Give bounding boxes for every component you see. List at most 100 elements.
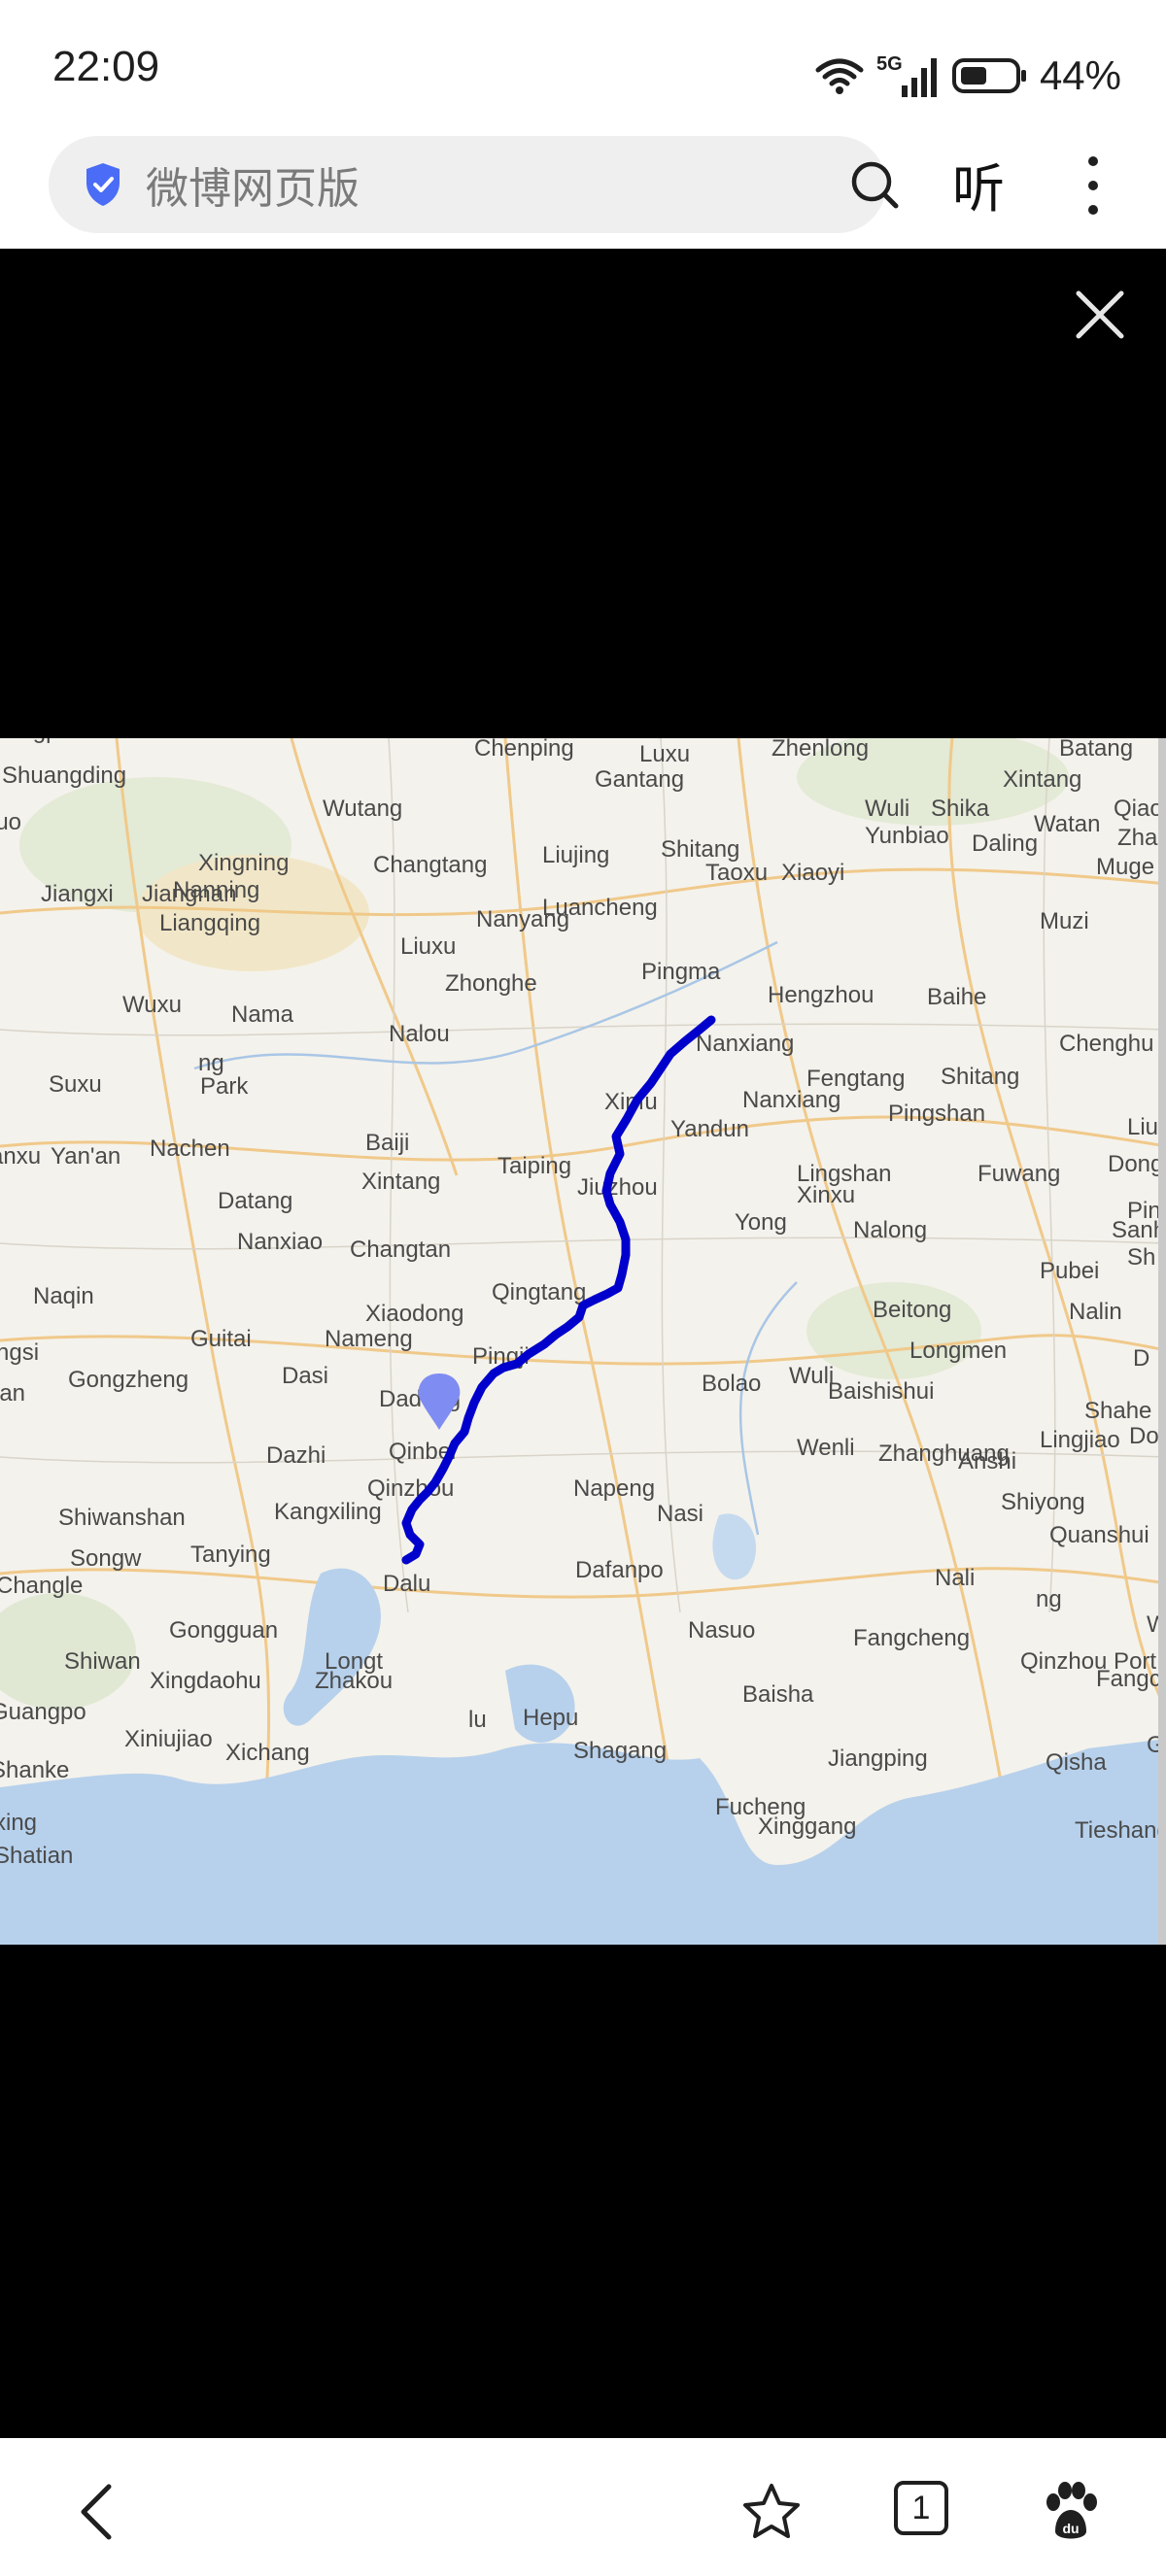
status-time: 22:09 xyxy=(52,43,160,90)
map-label: Nanxiao xyxy=(237,1229,323,1255)
map-label: lu xyxy=(468,1707,487,1733)
map-label: Pubei xyxy=(1040,1258,1099,1284)
map-label: Shatian xyxy=(0,1843,73,1869)
map-label: Xinggang xyxy=(758,1813,856,1840)
map-label: Baihe xyxy=(927,984,986,1010)
map-label: Chenghu xyxy=(1059,1031,1153,1057)
map-label: Nachen xyxy=(150,1135,230,1162)
map-label: Muzi xyxy=(1040,908,1089,934)
map-label: Pingshan xyxy=(888,1101,985,1127)
route-map-image[interactable]: Chenping Luxu Zhenlong Batang Shuangding Gant… xyxy=(0,738,1166,1945)
network-label: 5G xyxy=(876,53,903,75)
listen-button[interactable]: 听 xyxy=(952,146,1005,222)
map-label: Wenli xyxy=(797,1435,855,1461)
map-label: Datang xyxy=(218,1188,292,1214)
wifi-icon xyxy=(815,58,864,94)
map-label: Xingdaohu xyxy=(150,1668,261,1694)
map-label: Guangpo xyxy=(0,1699,86,1725)
address-bar[interactable]: 微博网页版 xyxy=(49,136,899,233)
map-label: Guitai xyxy=(190,1326,252,1352)
map-label: Park xyxy=(200,1073,249,1100)
map-label: anxu xyxy=(0,1143,41,1169)
map-label: Fuwang xyxy=(977,1161,1060,1187)
star-icon[interactable] xyxy=(740,2481,803,2543)
map-label: Shagang xyxy=(573,1738,667,1764)
map-label: Shahe xyxy=(1084,1398,1151,1424)
map-label: Luxu xyxy=(639,741,690,767)
map-label: Hengzhou xyxy=(768,982,874,1008)
map-label: Sanhe xyxy=(1112,1217,1166,1243)
map-label: Yandun xyxy=(670,1116,749,1142)
browser-toolbar: 微博网页版 听 xyxy=(0,136,1166,249)
map-label: xing xyxy=(0,1810,37,1836)
map-label: Nama xyxy=(231,1001,294,1028)
map-label: Liuxu xyxy=(400,933,456,960)
map-label: Shika xyxy=(931,796,990,822)
status-bar: 22:09 5G 44% xyxy=(0,0,1166,136)
map-label: ng xyxy=(198,1050,224,1076)
map-label: Wuxu xyxy=(122,992,182,1018)
map-label: Xingning xyxy=(198,850,289,876)
map-label: luo xyxy=(0,809,21,835)
map-label: Shitang xyxy=(941,1064,1019,1090)
paw-icon[interactable]: du xyxy=(1040,2481,1102,2543)
url-text[interactable]: 微博网页版 xyxy=(146,153,360,216)
map-label: Liangqing xyxy=(159,910,260,936)
map-label: Muge xyxy=(1096,854,1154,880)
map-label: Zhar xyxy=(1117,825,1165,851)
map-label: Qisha xyxy=(1046,1749,1107,1776)
close-icon[interactable] xyxy=(1073,288,1127,342)
battery-percentage: 44% xyxy=(1039,52,1121,98)
map-label: Liu xyxy=(1127,1114,1158,1140)
map-label: Shiyong xyxy=(1001,1489,1085,1515)
map-label: Yan'an xyxy=(51,1143,120,1169)
more-vertical-icon[interactable] xyxy=(1079,152,1108,220)
map-label: Nanyang xyxy=(476,906,569,932)
map-label: Kangxiling xyxy=(274,1499,382,1525)
search-icon[interactable] xyxy=(847,157,902,212)
tabs-icon[interactable]: 1 xyxy=(894,2481,948,2535)
map-label: Xintang xyxy=(1003,766,1081,793)
map-label: Xiaodong xyxy=(365,1301,463,1327)
map-label: Batang xyxy=(1059,738,1133,762)
signal-icon: 5G xyxy=(876,53,937,97)
map-label: Baiji xyxy=(365,1130,409,1156)
map-label: Suxu xyxy=(49,1071,102,1098)
map-label: Shiwan xyxy=(64,1648,141,1675)
map-label: Gantang xyxy=(595,766,684,793)
map-label: Wutang xyxy=(323,796,402,822)
bottom-navigation: 1 du xyxy=(0,2438,1166,2576)
map-label: Songw xyxy=(70,1545,142,1572)
map-label: Hepu xyxy=(523,1705,578,1731)
map-label: Napeng xyxy=(573,1475,655,1502)
map-label: Jiuzhou xyxy=(577,1174,658,1201)
map-label: Qiao xyxy=(1114,796,1163,822)
map-label: Nanxiang xyxy=(696,1031,794,1057)
map-label: Jiangnan xyxy=(142,881,236,907)
map-label: D xyxy=(1133,1345,1149,1372)
map-label: Longmen xyxy=(909,1338,1007,1364)
scrollbar[interactable] xyxy=(1158,738,1166,1945)
map-label: Gongguan xyxy=(169,1617,278,1644)
map-canvas: Chenping Luxu Zhenlong Batang Shuangding Gant… xyxy=(0,738,1166,1945)
map-label: Pingma xyxy=(641,959,721,985)
map-label: Xinxu xyxy=(797,1182,855,1208)
map-label: Naqin xyxy=(33,1283,94,1309)
map-label: ng xyxy=(1036,1586,1062,1612)
map-label: Baisha xyxy=(742,1681,814,1708)
map-label: Changtan xyxy=(350,1237,451,1263)
map-label: Do xyxy=(1129,1423,1159,1449)
map-label: Nalou xyxy=(389,1021,450,1047)
map-label: une xyxy=(0,738,39,744)
map-label: Bolao xyxy=(702,1371,761,1397)
map-label: Shanke xyxy=(0,1757,69,1783)
chevron-left-icon[interactable] xyxy=(74,2481,120,2543)
map-label: Nasuo xyxy=(688,1617,755,1644)
map-label: Gongzheng xyxy=(68,1367,189,1393)
map-label: Zhenlong xyxy=(772,738,869,762)
map-label: Fangchenggang xyxy=(1096,1666,1166,1692)
map-label: Jiangping xyxy=(828,1746,928,1772)
map-label: Changtang xyxy=(373,852,487,878)
map-label: Baishishui xyxy=(828,1378,934,1405)
map-label: ian xyxy=(0,1380,25,1407)
